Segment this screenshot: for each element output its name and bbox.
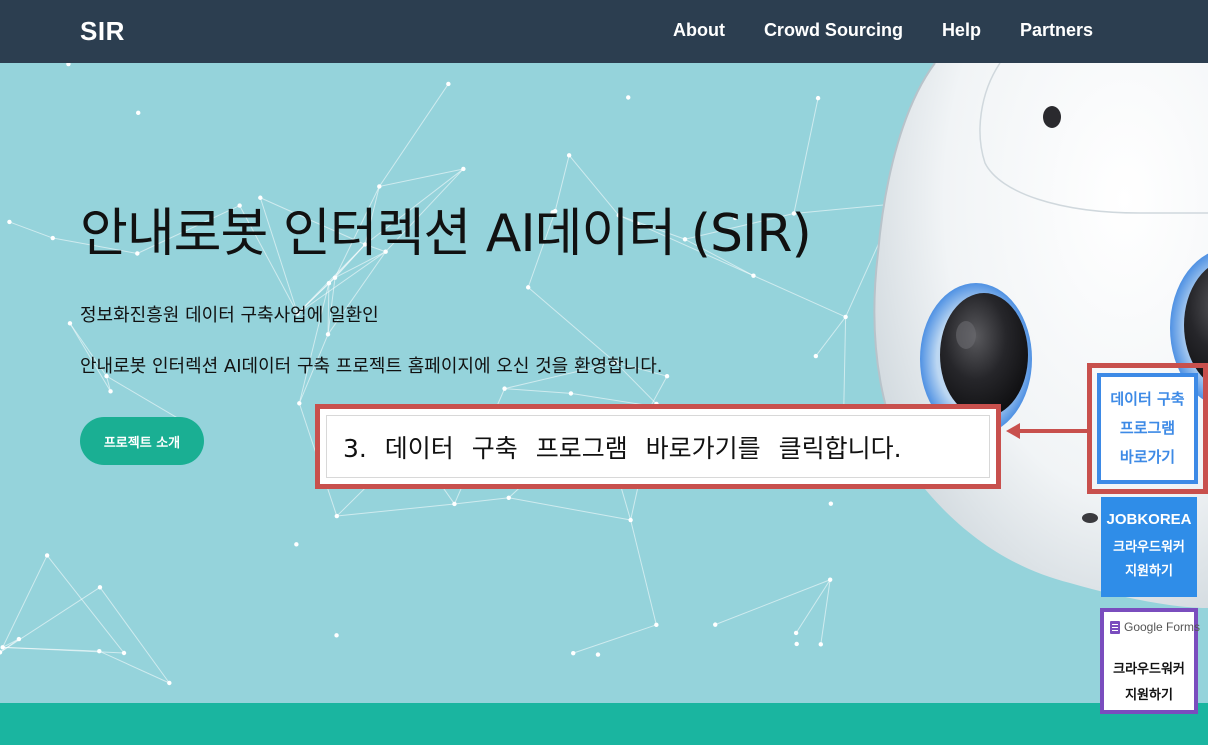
hero-subtitle-line-1: 정보화진흥원 데이터 구축사업에 일환인 [80,305,379,326]
google-forms-logo: Google Forms [1124,620,1201,634]
bottom-band [0,703,1208,745]
data-program-label-line-2: 프로그램 [1119,419,1176,437]
data-program-label-line-3: 바로가기 [1119,448,1176,466]
robot-image [873,63,1208,608]
hero-subtitle-line-2: 안내로봇 인터렉션 AI데이터 구축 프로젝트 홈페이지에 오신 것을 환영합니… [80,356,663,377]
nav-link-about[interactable]: About [673,20,725,41]
nav-link-partners[interactable]: Partners [1020,20,1093,41]
google-forms-header: Google Forms [1110,620,1200,634]
hero-title: 안내로봇 인터렉션 AI데이터 (SIR) [80,204,812,264]
google-forms-label-line-2: 지원하기 [1125,688,1173,703]
google-forms-icon [1110,620,1120,634]
jobkorea-logo: JOBKOREA [1106,510,1192,528]
brand-logo[interactable]: SIR [80,16,125,47]
jobkorea-apply-button[interactable]: JOBKOREA 크라우드워커 지원하기 [1101,497,1197,597]
data-program-shortcut-button[interactable]: 데이터 구축 프로그램 바로가기 [1097,373,1198,484]
nav-link-help[interactable]: Help [942,20,981,41]
callout-inner-frame: 3. 데이터 구축 프로그램 바로가기를 클릭합니다. [326,415,990,478]
google-forms-apply-button[interactable]: Google Forms 크라우드워커 지원하기 [1100,608,1200,714]
hero-section: 안내로봇 인터렉션 AI데이터 (SIR) 정보화진흥원 데이터 구축사업에 일… [0,63,1208,703]
nav-link-crowd-sourcing[interactable]: Crowd Sourcing [764,20,903,41]
jobkorea-label-line-1: 크라우드워커 [1113,539,1185,555]
top-navbar: SIR About Crowd Sourcing Help Partners [0,0,1208,63]
instruction-callout: 3. 데이터 구축 프로그램 바로가기를 클릭합니다. [315,404,1001,489]
nav-links: About Crowd Sourcing Help Partners [673,20,1093,41]
callout-arrow-icon [1006,423,1088,439]
jobkorea-label-line-2: 지원하기 [1125,563,1173,579]
callout-text: 3. 데이터 구축 프로그램 바로가기를 클릭합니다. [343,433,902,463]
data-program-label-line-1: 데이터 구축 [1110,390,1185,408]
project-intro-button[interactable]: 프로젝트 소개 [80,417,204,465]
google-forms-label-line-1: 크라우드워커 [1113,662,1185,677]
